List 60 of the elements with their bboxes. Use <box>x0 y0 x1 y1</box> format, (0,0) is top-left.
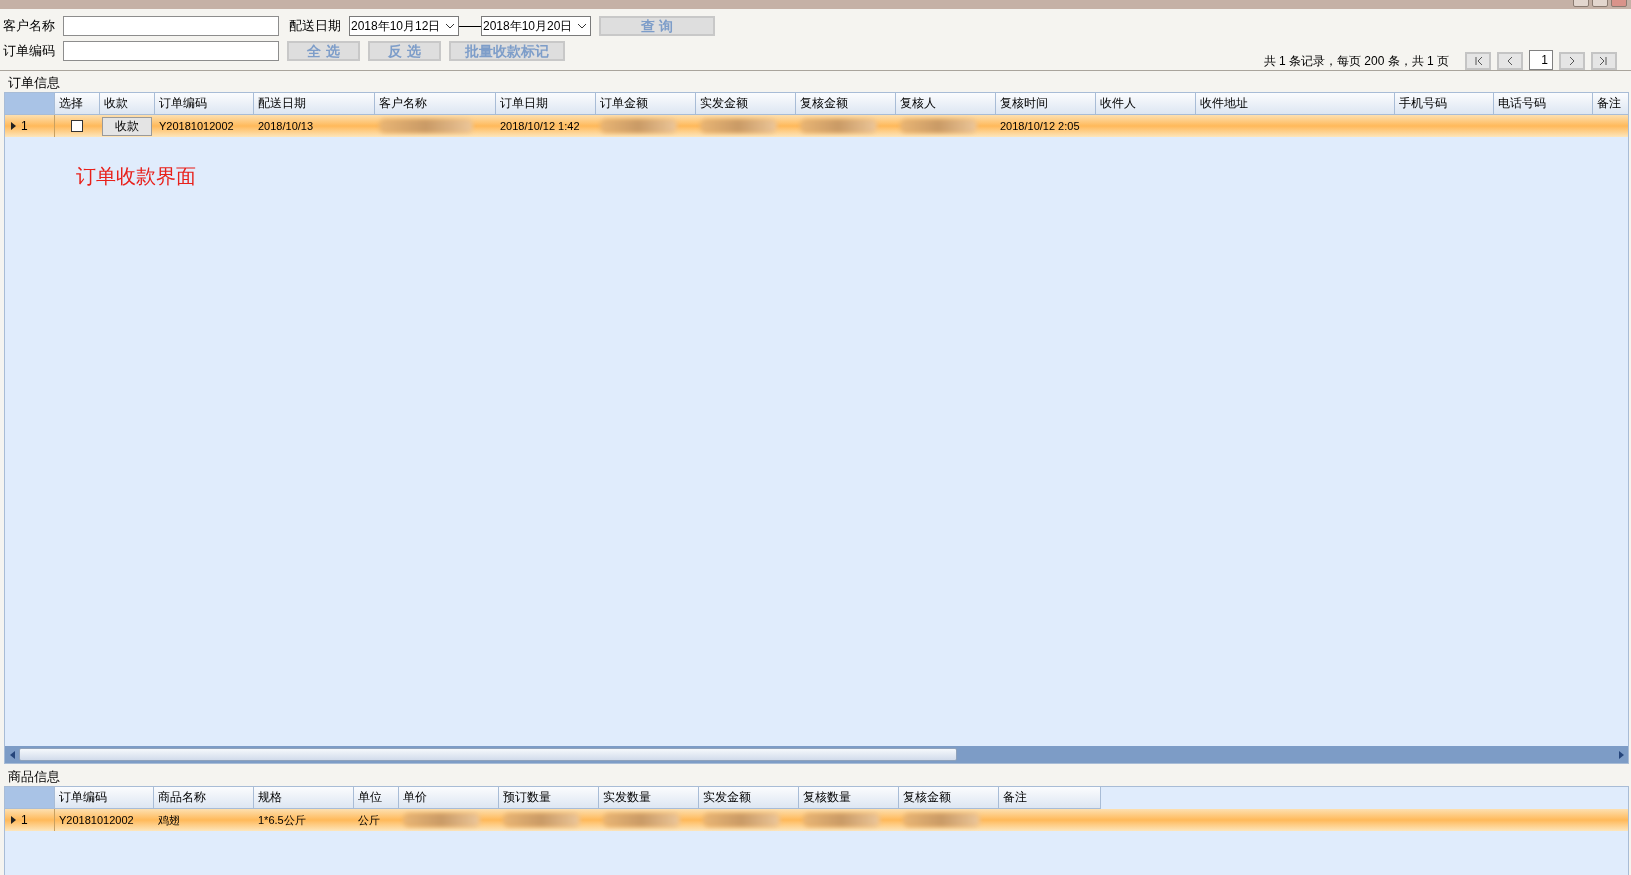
column-header[interactable]: 复核时间 <box>996 93 1096 115</box>
group-title: 订单信息 <box>8 74 60 92</box>
column-header[interactable]: 手机号码 <box>1395 93 1494 115</box>
table-cell: Y20181012002 <box>59 814 134 826</box>
input-field[interactable] <box>63 41 279 61</box>
table-cell: 公斤 <box>358 812 380 828</box>
column-header[interactable]: 客户名称 <box>375 93 496 115</box>
column-header[interactable]: 实发数量 <box>599 787 699 809</box>
date-picker[interactable]: 2018年10月12日 <box>349 16 459 36</box>
column-header[interactable]: 订单日期 <box>496 93 596 115</box>
page-field[interactable]: 1 <box>1529 50 1553 70</box>
column-header[interactable]: 备注 <box>999 787 1101 809</box>
table-cell: 2018/10/12 1:42 <box>500 120 580 132</box>
table-cell: Y20181012002 <box>159 120 234 132</box>
field-label: 订单编码 <box>3 42 55 60</box>
column-header[interactable]: 商品名称 <box>154 787 254 809</box>
field-label: 配送日期 <box>289 17 341 35</box>
table-row[interactable]: 1 Y20181012002 鸡翅 1*6.5公斤 公斤 <box>5 809 1628 831</box>
column-header[interactable]: 复核金额 <box>796 93 896 115</box>
column-header[interactable]: 复核数量 <box>799 787 899 809</box>
first-page-icon[interactable] <box>1465 52 1491 70</box>
column-header[interactable]: 选择 <box>55 93 100 115</box>
date-picker[interactable]: 2018年10月20日 <box>481 16 591 36</box>
table-cell: 鸡翅 <box>158 812 180 828</box>
column-header[interactable]: 复核金额 <box>899 787 999 809</box>
column-header[interactable]: 电话号码 <box>1494 93 1593 115</box>
table-row[interactable]: 1 收款 Y20181012002 2018/10/13 2018/10/12 1:42 2018/10/12 2:05 <box>5 115 1628 137</box>
field-label: 客户名称 <box>3 17 55 35</box>
chevron-down-icon[interactable] <box>445 23 455 29</box>
table-cell: 2018/10/12 2:05 <box>1000 120 1080 132</box>
last-page-icon[interactable] <box>1591 52 1617 70</box>
table-cell: 1*6.5公斤 <box>258 812 306 828</box>
column-header[interactable]: 单位 <box>354 787 399 809</box>
chevron-down-icon[interactable] <box>577 23 587 29</box>
column-header[interactable]: 规格 <box>254 787 354 809</box>
column-header[interactable]: 收件人 <box>1096 93 1196 115</box>
column-header[interactable]: 收款 <box>100 93 155 115</box>
scroll-right-icon[interactable] <box>1618 750 1624 759</box>
input-field[interactable] <box>63 16 279 36</box>
record-summary: 共 1 条记录，每页 200 条，共 1 页 <box>1263 53 1449 70</box>
annotation-text: 订单收款界面 <box>76 164 196 189</box>
collect-button[interactable]: 收款 <box>102 116 152 136</box>
column-header[interactable]: 备注 <box>1593 93 1628 115</box>
horizontal-scrollbar[interactable] <box>5 746 1628 763</box>
column-header[interactable]: 实发金额 <box>699 787 799 809</box>
column-header[interactable]: 订单编码 <box>155 93 254 115</box>
row-number: 1 <box>21 119 28 133</box>
table-cell: 2018/10/13 <box>258 120 314 132</box>
column-header[interactable]: 复核人 <box>896 93 996 115</box>
column-header[interactable]: 预订数量 <box>499 787 599 809</box>
scroll-left-icon[interactable] <box>9 750 15 759</box>
column-header[interactable]: 订单金额 <box>596 93 696 115</box>
column-header[interactable]: 订单编码 <box>55 787 154 809</box>
column-header[interactable]: 实发金额 <box>696 93 796 115</box>
column-header[interactable]: 收件地址 <box>1196 93 1395 115</box>
column-header[interactable]: 配送日期 <box>254 93 375 115</box>
group-title: 商品信息 <box>8 768 60 786</box>
row-number: 1 <box>21 813 28 827</box>
column-header[interactable]: 单价 <box>399 787 499 809</box>
checkbox[interactable] <box>71 120 83 132</box>
